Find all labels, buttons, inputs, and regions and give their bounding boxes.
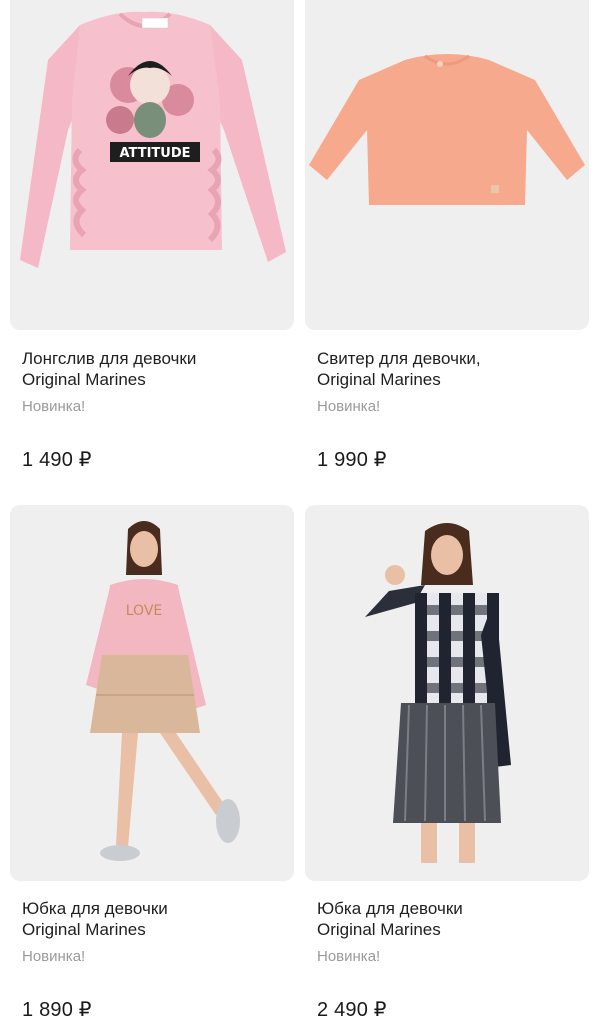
sweater-image	[309, 54, 585, 205]
product-title-line2: Original Marines	[317, 370, 441, 389]
product-title-line1: Юбка для девочки	[22, 899, 168, 918]
skirt-model-image: LOVE	[86, 521, 240, 861]
product-image[interactable]	[305, 505, 589, 881]
product-price: 1 990 ₽	[317, 449, 387, 471]
product-title[interactable]: Юбка для девочки Original Marines	[317, 898, 587, 940]
new-badge: Новинка!	[317, 948, 381, 965]
new-badge: Новинка!	[317, 398, 381, 415]
print-text: ATTITUDE	[119, 146, 190, 161]
print-text: LOVE	[126, 603, 163, 619]
product-image[interactable]	[305, 0, 589, 330]
product-grid: ATTITUDE Лонгслив для девочки Original M…	[0, 0, 600, 1026]
product-title[interactable]: Лонгслив для девочки Original Marines	[22, 348, 292, 390]
product-title-line1: Свитер для девочки,	[317, 349, 481, 368]
product-title-line1: Лонгслив для девочки	[22, 349, 197, 368]
new-badge: Новинка!	[22, 948, 86, 965]
product-title[interactable]: Свитер для девочки, Original Marines	[317, 348, 587, 390]
skirt-model-image	[365, 523, 511, 863]
product-title-line2: Original Marines	[22, 370, 146, 389]
product-title[interactable]: Юбка для девочки Original Marines	[22, 898, 292, 940]
longsleeve-image: ATTITUDE	[20, 11, 286, 268]
product-price: 1 890 ₽	[22, 999, 92, 1021]
product-image[interactable]: ATTITUDE	[10, 0, 294, 330]
product-price: 1 490 ₽	[22, 449, 92, 471]
product-title-line2: Original Marines	[22, 920, 146, 939]
product-title-line1: Юбка для девочки	[317, 899, 463, 918]
product-price: 2 490 ₽	[317, 999, 387, 1021]
product-title-line2: Original Marines	[317, 920, 441, 939]
product-image[interactable]: LOVE	[10, 505, 294, 881]
new-badge: Новинка!	[22, 398, 86, 415]
